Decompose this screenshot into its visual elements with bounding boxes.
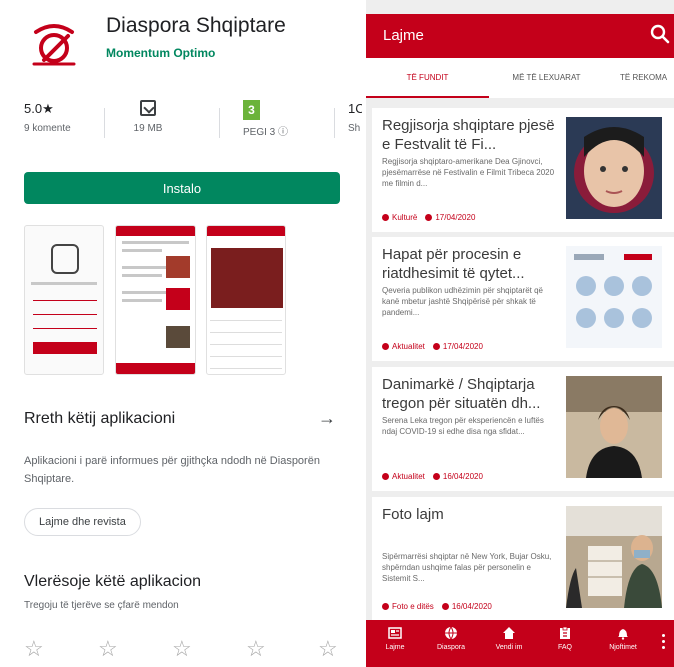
install-button[interactable]: Instalo [24, 172, 340, 204]
play-store-listing: Diaspora Shqiptare Momentum Optimo 5.0★ … [0, 0, 362, 667]
article-card[interactable]: Foto lajm Sipërmarrësi shqiptar në New Y… [372, 497, 674, 621]
about-title: Rreth këtij aplikacioni [24, 410, 176, 427]
article-card[interactable]: Danimarkë / Shqiptarja tregon për situat… [372, 367, 674, 491]
tab-recommended[interactable]: TË REKOMA [604, 58, 674, 98]
nav-label: Vendi im [495, 644, 523, 651]
tab-indicator [366, 96, 489, 98]
article-title: Foto lajm [382, 506, 444, 523]
clock-icon [432, 343, 440, 350]
header-title: Lajme [383, 27, 424, 44]
star-icon[interactable]: ☆ [172, 638, 192, 660]
tab-bar: TË FUNDIT MË TË LEXUARAT TË REKOMA [366, 58, 674, 98]
article-thumbnail [566, 506, 662, 608]
app-screenshot: Lajme TË FUNDIT MË TË LEXUARAT TË REKOMA… [366, 0, 674, 667]
nav-label: FAQ [557, 644, 572, 651]
clipboard-icon [560, 626, 570, 639]
bell-icon [618, 629, 628, 640]
screenshot-thumbnail[interactable] [115, 225, 196, 375]
tab-most-read[interactable]: MË TË LEXUARAT [489, 58, 604, 98]
nav-item-vendi-im[interactable]: Vendi im [484, 626, 534, 651]
star-icon[interactable]: ☆ [318, 638, 338, 660]
developer-link[interactable]: Momentum Optimo [106, 46, 215, 60]
pegi-stat[interactable]: 3 PEGI 3 ⓘ [243, 100, 288, 152]
category-icon [382, 214, 389, 221]
divider [219, 108, 220, 138]
article-excerpt: Sipërmarrësi shqiptar në New York, Bujar… [382, 552, 552, 583]
article-card[interactable]: Hapat për procesin e riatdhesimit të qyt… [372, 237, 674, 361]
nav-label: Diaspora [436, 644, 465, 651]
pegi-label: PEGI 3 ⓘ [243, 127, 289, 138]
article-meta: Kulturë 17/04/2020 [382, 213, 475, 222]
article-date: 17/04/2020 [442, 342, 483, 351]
nav-item-lajme[interactable]: Lajme [370, 626, 420, 651]
rating-stat[interactable]: 5.0★ 9 komente [24, 100, 71, 152]
rating-value: 5.0★ [24, 101, 54, 116]
article-meta: Foto e ditës 16/04/2020 [382, 602, 492, 611]
article-category: Aktualitet [392, 472, 425, 481]
globe-icon [445, 626, 457, 640]
rating-count: 9 komente [24, 123, 71, 134]
installs-stat: 1C Sh [348, 100, 362, 152]
article-category: Foto e ditës [392, 602, 434, 611]
article-thumbnail [566, 246, 662, 348]
category-icon [382, 603, 389, 610]
article-meta: Aktualitet 17/04/2020 [382, 342, 483, 351]
nav-label: Lajme [385, 644, 405, 651]
tab-latest[interactable]: TË FUNDIT [366, 58, 489, 98]
article-thumbnail [566, 376, 662, 478]
rate-subtitle: Tregoju të tjerëve se çfarë mendon [24, 600, 179, 611]
nav-item-diaspora[interactable]: Diaspora [426, 626, 476, 651]
app-logo-icon [32, 24, 76, 66]
divider [334, 108, 335, 138]
star-icon[interactable]: ☆ [98, 638, 118, 660]
app-name: Diaspora Shqiptare [106, 14, 286, 37]
newspaper-icon [388, 627, 402, 639]
article-date: 17/04/2020 [435, 213, 476, 222]
article-meta: Aktualitet 16/04/2020 [382, 472, 483, 481]
arrow-right-icon[interactable]: → [318, 408, 336, 429]
nav-item-njoftimet[interactable]: Njoftimet [598, 626, 648, 651]
article-date: 16/04/2020 [442, 472, 483, 481]
article-date: 16/04/2020 [451, 602, 492, 611]
article-excerpt: Qeveria publikon udhëzimin për shqiptarë… [382, 286, 543, 317]
installs-label: Sh [348, 123, 361, 134]
star-icon[interactable]: ☆ [24, 638, 44, 660]
about-text: Aplikacioni i parë informues për gjithçk… [24, 455, 320, 485]
size-stat: 19 MB [133, 100, 163, 152]
star-icon[interactable]: ☆ [246, 638, 266, 660]
nav-label: Njoftimet [609, 644, 637, 651]
article-category: Kulturë [392, 213, 418, 222]
article-title: Danimarkë / Shqiptarja tregon për situat… [382, 376, 541, 412]
size-value: 19 MB [133, 123, 163, 134]
home-icon [503, 627, 515, 639]
app-header: Lajme [366, 14, 674, 58]
article-category: Aktualitet [392, 342, 425, 351]
emblem-icon [51, 244, 79, 274]
article-title: Regjisorja shqiptare pjesë e Festvalit t… [382, 117, 555, 153]
screenshot-thumbnail[interactable] [206, 225, 286, 375]
pegi-badge: 3 [243, 100, 260, 120]
category-icon [382, 473, 389, 480]
category-icon [382, 343, 389, 350]
article-title: Hapat për procesin e riatdhesimit të qyt… [382, 246, 525, 282]
category-chip[interactable]: Lajme dhe revista [24, 508, 141, 536]
clock-icon [425, 214, 433, 221]
download-icon [140, 100, 156, 116]
rate-title: Vlerësoje këtë aplikacion [24, 573, 201, 590]
article-thumbnail [566, 117, 662, 219]
screenshot-thumbnail[interactable] [24, 225, 104, 375]
divider [104, 108, 105, 138]
article-excerpt: Serena Leka tregon për eksperiencën e lu… [382, 416, 544, 436]
nav-item-faq[interactable]: FAQ [540, 626, 590, 651]
article-card[interactable]: Regjisorja shqiptare pjesë e Festvalit t… [372, 108, 674, 232]
bottom-nav: Lajme Diaspora Vendi im FAQ Njoftimet [366, 620, 674, 667]
clock-icon [441, 603, 449, 610]
article-excerpt: Regjisorja shqiptaro-amerikane Dea Gjino… [382, 157, 555, 188]
more-options-icon[interactable] [662, 634, 666, 652]
stats-row: 5.0★ 9 komente 19 MB 3 PEGI 3 ⓘ 1C Sh [0, 100, 362, 152]
search-icon[interactable] [649, 23, 671, 45]
clock-icon [432, 473, 440, 480]
installs-value: 1C [348, 101, 362, 116]
